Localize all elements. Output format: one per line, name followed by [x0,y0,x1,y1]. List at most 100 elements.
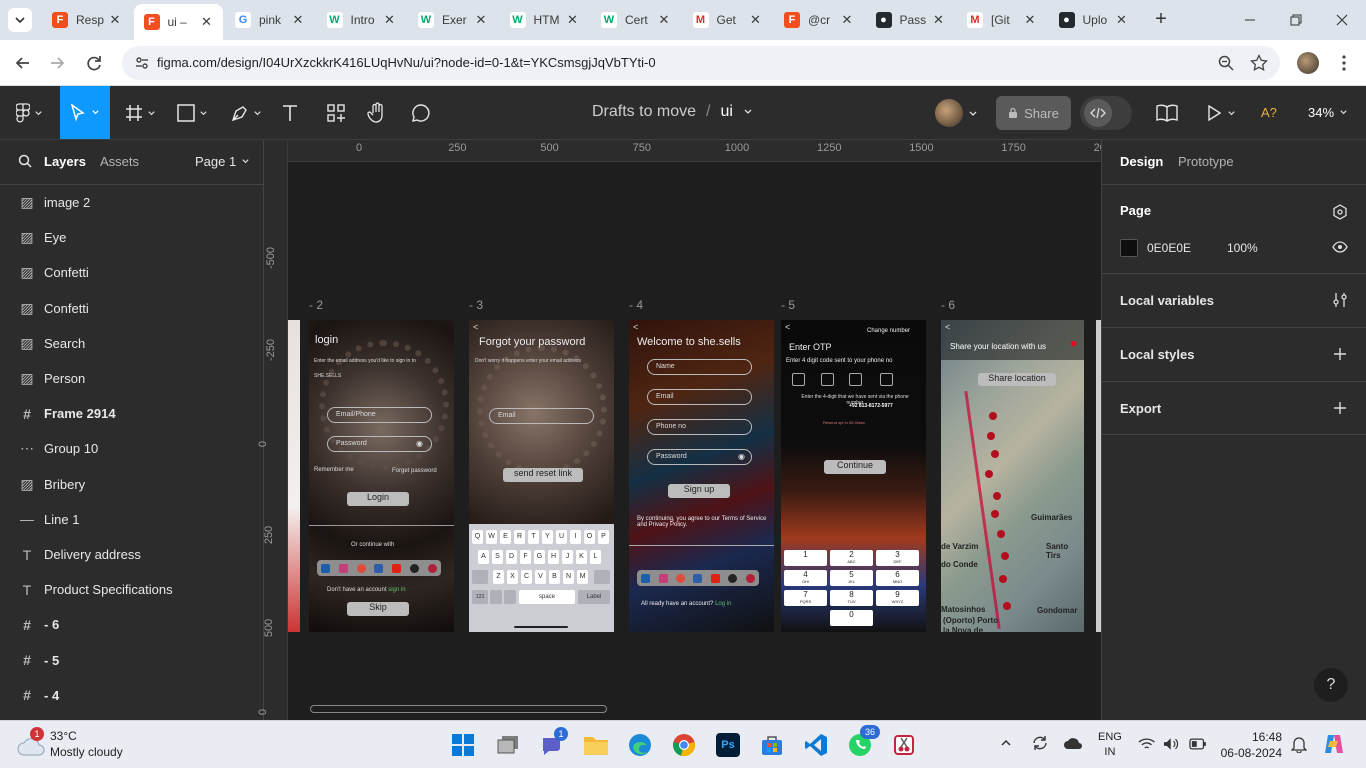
panel-search-button[interactable] [18,154,32,168]
space-key[interactable]: space [519,590,575,604]
ai-button[interactable]: A? [1261,105,1277,120]
apple-icon[interactable] [728,573,738,583]
present-button[interactable] [1203,99,1239,127]
close-tab-icon[interactable]: ✕ [565,12,581,28]
text-tool-button[interactable] [278,99,302,127]
otp-digit-box-3[interactable] [849,373,862,386]
numbers-key[interactable]: 123 [472,590,488,604]
zoom-dropdown[interactable]: 34% [1308,105,1348,120]
numpad-key[interactable]: 4 GHI [784,570,827,586]
frame-label[interactable]: - 2 [309,298,323,312]
keyboard-key[interactable]: J [562,550,573,564]
close-window-button[interactable] [1332,10,1352,30]
login-button[interactable]: Login [347,492,409,506]
layer-row[interactable]: ▨ Search [0,326,264,361]
photoshop-button[interactable]: Ps [714,731,742,759]
browser-tab[interactable]: W HTM ✕ [500,6,589,34]
tab-assets[interactable]: Assets [100,154,139,169]
resources-button[interactable] [324,99,348,127]
layer-row[interactable]: # Frame 2914 [0,396,264,431]
layer-row[interactable]: ⋯ Group 10 [0,431,264,466]
numpad-key[interactable]: 3 DEF [876,550,919,566]
keyboard-key[interactable]: F [520,550,531,564]
mic-key[interactable] [504,590,516,604]
back-chevron-icon[interactable]: < [473,322,478,332]
keyboard-key[interactable]: K [576,550,587,564]
browser-tab[interactable]: W Exer ✕ [408,6,497,34]
browser-tab[interactable]: Fui – ✕ [133,4,223,40]
keyboard-key[interactable]: O [584,530,595,544]
map-marker-dot[interactable] [1001,552,1009,560]
bookmark-star-icon[interactable] [1250,54,1268,72]
keyboard-key[interactable]: G [534,550,545,564]
quick-settings-button[interactable] [1138,734,1206,754]
keyboard-key[interactable]: A [478,550,489,564]
keyboard-key[interactable]: Y [542,530,553,544]
layer-row[interactable]: ▨ Bribery [0,467,264,502]
keyboard-key[interactable]: H [548,550,559,564]
map-marker-dot[interactable] [991,510,999,518]
browser-tab[interactable]: W Intro ✕ [317,6,406,34]
keyboard-key[interactable]: N [563,570,574,584]
otp-change-number[interactable]: Change number [867,328,910,334]
google-icon[interactable] [676,573,686,583]
youtube-icon[interactable] [392,563,402,573]
minimize-button[interactable] [1240,10,1260,30]
restore-button[interactable] [1286,10,1306,30]
social-icons-bar[interactable] [637,570,759,586]
snipping-tool-button[interactable] [890,731,918,759]
otp-digit-box-4[interactable] [880,373,893,386]
browser-tab[interactable]: ● Pass ✕ [866,6,955,34]
layer-row[interactable]: ▨ Confetti [0,291,264,326]
login-forgot[interactable]: Forget password [392,468,437,474]
map-marker-dot[interactable] [989,412,997,420]
frame-location[interactable]: < Share your location with us ● Share lo… [941,320,1084,632]
forward-button[interactable] [46,52,68,74]
frame-label[interactable]: - 6 [941,298,955,312]
close-tab-icon[interactable]: ✕ [1022,12,1038,28]
map-marker-dot[interactable] [999,575,1007,583]
linkedin-icon[interactable] [641,573,651,583]
keyboard-key[interactable]: M [577,570,588,584]
numpad-key[interactable]: 2 ABC [830,550,873,566]
file-explorer-button[interactable] [582,731,610,759]
keyboard-key[interactable]: I [570,530,581,544]
local-styles-section[interactable]: Local styles [1102,328,1366,382]
browser-menu-button[interactable] [1334,52,1354,74]
apple-icon[interactable] [409,563,419,573]
export-section[interactable]: Export [1102,382,1366,435]
new-tab-button[interactable]: + [1150,8,1172,30]
add-plus-icon[interactable] [1333,401,1347,415]
emoji-key[interactable] [490,590,502,604]
layer-row[interactable]: # - 4 [0,678,264,713]
library-button[interactable] [1155,99,1179,127]
help-button[interactable]: ? [1314,668,1348,702]
local-variables-title[interactable]: Local variables [1120,293,1214,308]
numpad-key[interactable]: 8 TUV [830,590,873,606]
vscode-button[interactable] [802,731,830,759]
back-chevron-icon[interactable]: < [785,322,790,332]
keyboard-key[interactable]: Q [472,530,483,544]
tab-design[interactable]: Design [1120,154,1163,169]
keyboard-key[interactable]: P [598,530,609,544]
keyboard-key[interactable]: S [492,550,503,564]
task-view-button[interactable] [494,731,522,759]
clock[interactable]: 16:48 06-08-2024 [1220,729,1282,761]
tab-prototype[interactable]: Prototype [1178,154,1234,169]
keyboard-key[interactable]: L [590,550,601,564]
start-button[interactable] [449,731,477,759]
layer-row[interactable]: ▨ Confetti [0,255,264,290]
page-bg-opacity[interactable]: 100% [1227,241,1258,255]
zoom-icon[interactable] [1218,55,1234,71]
site-info-icon[interactable] [134,55,150,71]
share-button[interactable]: Share [996,96,1071,130]
browser-tab[interactable]: M Get ✕ [683,6,772,34]
comment-tool-button[interactable] [409,99,433,127]
layer-row[interactable]: — Line 1 [0,502,264,537]
keyboard-key[interactable]: Z [493,570,504,584]
otp-resend[interactable]: Resend opt in 00:30sec [823,420,865,425]
login-remember[interactable]: Remember me [314,467,354,473]
eye-icon[interactable]: ◉ [416,439,423,448]
otp-digit-box-1[interactable] [792,373,805,386]
canvas-horizontal-scrollbar[interactable] [310,705,607,713]
